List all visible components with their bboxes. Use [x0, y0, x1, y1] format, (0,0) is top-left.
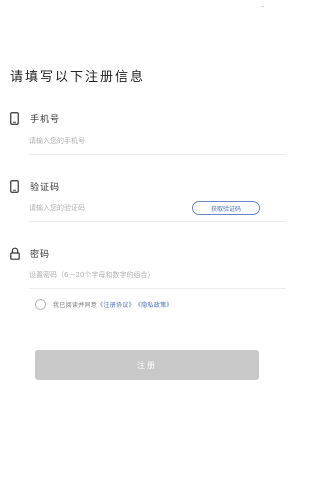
phone-label-row: 手机号: [9, 111, 60, 125]
phone-label: 手机号: [30, 114, 61, 125]
code-label: 验证码: [30, 182, 61, 193]
code-label-row: 验证码: [9, 179, 60, 193]
page-title: 请填写以下注册信息: [10, 70, 146, 85]
agreement-checkbox[interactable]: [35, 299, 46, 310]
lock-icon: [9, 246, 20, 260]
agreement-row: 我已阅读并同意 《注册协议》 《隐私政策》: [35, 299, 173, 310]
password-label-row: 密码: [9, 246, 50, 260]
agreement-text: 我已阅读并同意: [53, 302, 98, 309]
code-input[interactable]: [29, 200, 184, 216]
password-divider: [29, 288, 286, 289]
privacy-link[interactable]: 《隐私政策》: [135, 300, 173, 309]
phone-icon: [9, 179, 20, 193]
terms-link[interactable]: 《注册协议》: [97, 300, 135, 309]
phone-icon: [9, 111, 20, 125]
register-page: 请填写以下注册信息 手机号 验证码 获取验证码: [0, 0, 299, 492]
password-input[interactable]: [29, 267, 284, 283]
password-label: 密码: [30, 249, 51, 260]
phone-divider: [29, 154, 286, 155]
phone-input[interactable]: [29, 133, 284, 149]
register-button[interactable]: 注册: [35, 350, 259, 380]
status-indicator: [261, 6, 264, 7]
code-divider: [29, 221, 286, 222]
get-code-button[interactable]: 获取验证码: [192, 201, 260, 215]
